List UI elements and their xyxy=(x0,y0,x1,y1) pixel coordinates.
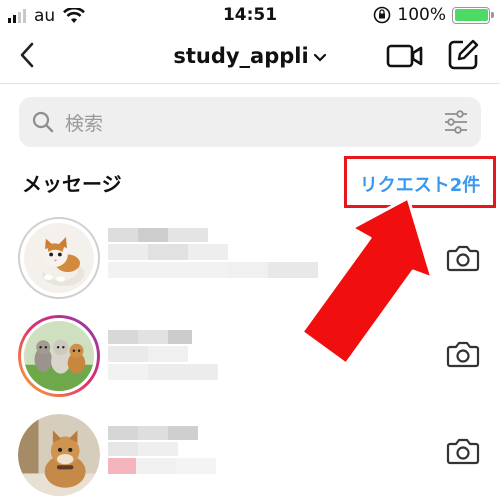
orientation-lock-icon xyxy=(374,6,391,24)
filter-sliders-icon[interactable] xyxy=(443,109,469,135)
conversation-row[interactable] xyxy=(0,310,500,410)
battery-percent: 100% xyxy=(397,5,446,25)
compose-icon[interactable] xyxy=(446,38,480,72)
status-bar: au 14:51 100% xyxy=(0,0,500,30)
kittens-group-photo xyxy=(24,321,94,391)
tabby-cat-photo xyxy=(18,414,100,496)
avatar xyxy=(18,217,100,299)
camera-icon[interactable] xyxy=(446,243,480,273)
account-switcher[interactable]: study_appli xyxy=(0,44,500,68)
search-icon xyxy=(32,111,54,133)
search-placeholder: 検索 xyxy=(65,113,104,135)
avatar xyxy=(18,315,100,397)
video-camera-icon[interactable] xyxy=(386,40,424,72)
messages-section-label: メッセージ xyxy=(22,172,122,196)
kitten-photo xyxy=(24,223,94,293)
page-title: study_appli xyxy=(173,44,309,68)
battery-icon xyxy=(452,6,494,24)
camera-icon[interactable] xyxy=(446,436,480,466)
camera-icon[interactable] xyxy=(446,339,480,369)
chevron-down-icon xyxy=(313,53,326,62)
header: study_appli xyxy=(0,30,500,84)
conversation-row[interactable] xyxy=(0,210,500,310)
search-input[interactable]: 検索 xyxy=(19,97,481,147)
avatar xyxy=(18,414,100,496)
conversation-row[interactable] xyxy=(0,410,500,496)
